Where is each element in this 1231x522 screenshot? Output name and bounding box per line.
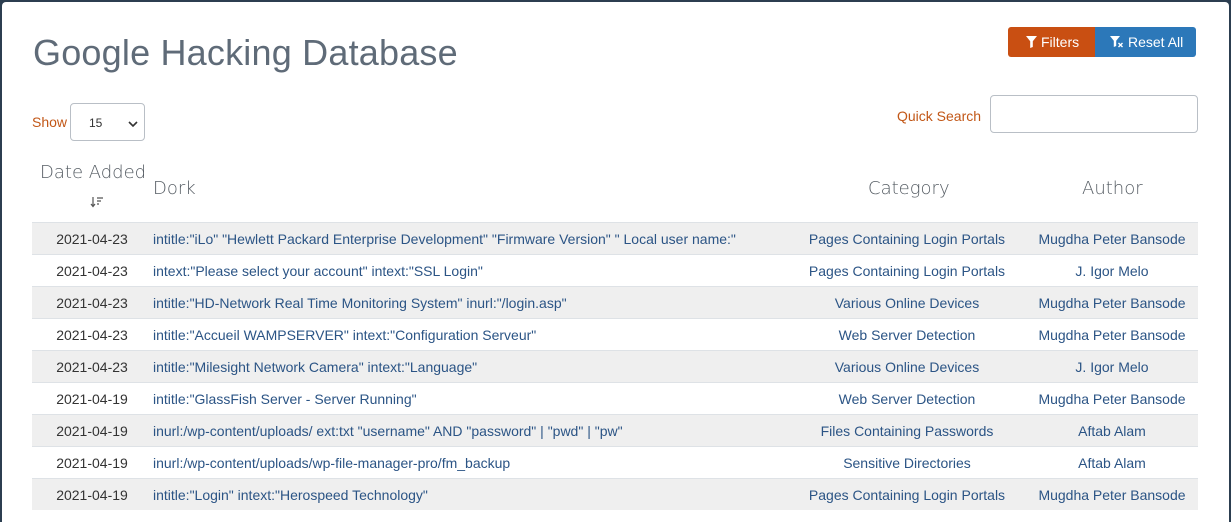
table-row: 2021-04-23 intitle:"Milesight Network Ca… [32, 350, 1198, 382]
quick-search-label: Quick Search [897, 108, 982, 124]
dork-link[interactable]: intext:"Please select your account" inte… [153, 263, 483, 279]
dork-link[interactable]: intitle:"Milesight Network Camera" intex… [153, 359, 477, 375]
category-link[interactable]: Various Online Devices [800, 359, 1014, 375]
reset-all-label: Reset All [1128, 34, 1184, 50]
table-row: 2021-04-23 intitle:"iLo" "Hewlett Packar… [32, 222, 1198, 254]
category-link[interactable]: Files Containing Passwords [800, 423, 1014, 439]
author-link[interactable]: Mugdha Peter Bansode [1027, 391, 1197, 407]
author-link[interactable]: Mugdha Peter Bansode [1027, 487, 1197, 503]
date-cell: 2021-04-19 [56, 423, 128, 439]
date-cell: 2021-04-19 [56, 391, 128, 407]
dorks-table: 2021-04-23 intitle:"iLo" "Hewlett Packar… [32, 222, 1198, 510]
filters-button[interactable]: Filters [1008, 27, 1095, 57]
author-link[interactable]: Mugdha Peter Bansode [1027, 327, 1197, 343]
category-link[interactable]: Web Server Detection [800, 391, 1014, 407]
entries-per-page-select[interactable]: 15 [70, 103, 145, 141]
dork-link[interactable]: intitle:"iLo" "Hewlett Packard Enterpris… [153, 231, 736, 247]
entries-per-page-value: 15 [89, 116, 103, 130]
author-link[interactable]: Mugdha Peter Bansode [1027, 295, 1197, 311]
date-cell: 2021-04-19 [56, 455, 128, 471]
author-link[interactable]: Aftab Alam [1027, 455, 1197, 471]
column-header-dork[interactable]: Dork [153, 178, 196, 199]
date-cell: 2021-04-19 [56, 487, 128, 503]
dork-link[interactable]: inurl:/wp-content/uploads/ ext:txt "user… [153, 423, 623, 439]
filters-label: Filters [1041, 34, 1080, 50]
date-cell: 2021-04-23 [56, 295, 128, 311]
dork-link[interactable]: intitle:"HD-Network Real Time Monitoring… [153, 295, 567, 311]
quick-search-input[interactable] [990, 95, 1198, 133]
table-row: 2021-04-19 inurl:/wp-content/uploads/ ex… [32, 414, 1198, 446]
category-link[interactable]: Pages Containing Login Portals [800, 263, 1014, 279]
main-card: Google Hacking Database Filters Reset Al… [2, 2, 1229, 522]
author-link[interactable]: J. Igor Melo [1027, 359, 1197, 375]
filter-icon [1026, 36, 1037, 48]
page-title: Google Hacking Database [33, 32, 458, 73]
dork-link[interactable]: intitle:"Accueil WAMPSERVER" intext:"Con… [153, 327, 536, 343]
filter-clear-icon [1110, 36, 1124, 48]
action-buttons: Filters Reset All [1008, 27, 1196, 57]
author-link[interactable]: Aftab Alam [1027, 423, 1197, 439]
chevron-down-icon [128, 117, 138, 131]
column-header-date-added[interactable]: Date Added [40, 162, 146, 183]
dork-link[interactable]: intitle:"GlassFish Server - Server Runni… [153, 391, 417, 407]
dork-link[interactable]: intitle:"Login" intext:"Herospeed Techno… [153, 487, 428, 503]
date-cell: 2021-04-23 [56, 263, 128, 279]
dork-link[interactable]: inurl:/wp-content/uploads/wp-file-manage… [153, 455, 510, 471]
category-link[interactable]: Web Server Detection [800, 327, 1014, 343]
reset-all-button[interactable]: Reset All [1095, 27, 1196, 57]
table-row: 2021-04-23 intext:"Please select your ac… [32, 254, 1198, 286]
category-link[interactable]: Pages Containing Login Portals [800, 487, 1014, 503]
date-cell: 2021-04-23 [56, 359, 128, 375]
author-link[interactable]: Mugdha Peter Bansode [1027, 231, 1197, 247]
date-cell: 2021-04-23 [56, 231, 128, 247]
show-label: Show [32, 114, 68, 130]
table-row: 2021-04-19 inurl:/wp-content/uploads/wp-… [32, 446, 1198, 478]
category-link[interactable]: Pages Containing Login Portals [800, 231, 1014, 247]
table-row: 2021-04-23 intitle:"Accueil WAMPSERVER" … [32, 318, 1198, 350]
table-row: 2021-04-23 intitle:"HD-Network Real Time… [32, 286, 1198, 318]
date-cell: 2021-04-23 [56, 327, 128, 343]
author-link[interactable]: J. Igor Melo [1027, 263, 1197, 279]
category-link[interactable]: Various Online Devices [800, 295, 1014, 311]
table-row: 2021-04-19 intitle:"Login" intext:"Heros… [32, 478, 1198, 510]
column-header-category[interactable]: Category [868, 178, 950, 199]
table-row: 2021-04-19 intitle:"GlassFish Server - S… [32, 382, 1198, 414]
sort-desc-icon[interactable] [90, 195, 104, 213]
category-link[interactable]: Sensitive Directories [800, 455, 1014, 471]
column-header-author[interactable]: Author [1082, 178, 1143, 199]
